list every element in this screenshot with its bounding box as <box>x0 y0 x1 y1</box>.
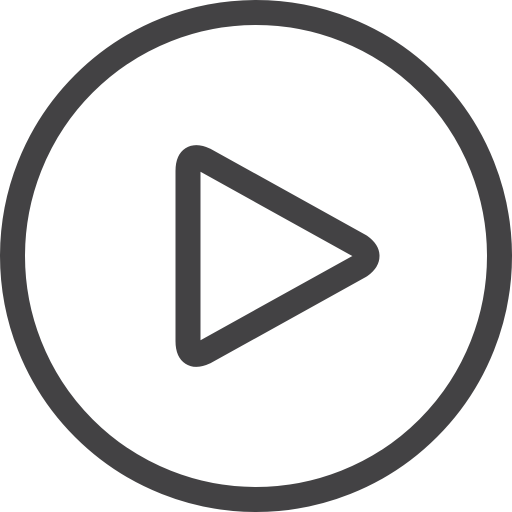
play-button[interactable] <box>0 0 512 512</box>
play-triangle-icon <box>175 145 380 367</box>
circle-outline <box>0 0 512 512</box>
play-circle-icon[interactable] <box>0 0 512 512</box>
